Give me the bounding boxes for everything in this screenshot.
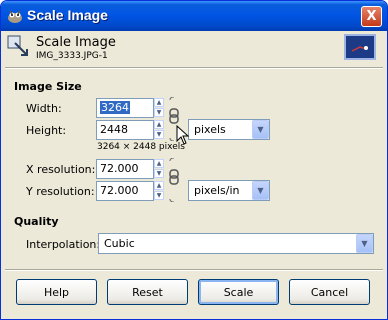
height-label: Height:	[26, 124, 67, 137]
interpolation-select[interactable]: Cubic ▼	[98, 233, 374, 254]
y-resolution-spinner[interactable]: ▲ ▼	[154, 181, 164, 201]
chevron-down-icon[interactable]: ▼	[252, 120, 269, 139]
height-value: 2448	[100, 123, 128, 136]
quality-heading: Quality	[14, 215, 59, 228]
chevron-down-icon[interactable]: ▼	[252, 181, 269, 200]
x-resolution-field[interactable]: 72.000	[96, 159, 154, 179]
spin-up-icon[interactable]: ▲	[154, 120, 164, 129]
width-field[interactable]: 3264	[96, 98, 154, 118]
y-resolution-field[interactable]: 72.000	[96, 181, 154, 201]
window-title: Scale Image	[27, 7, 108, 23]
width-spinner[interactable]: ▲ ▼	[154, 98, 164, 118]
image-preview-icon	[351, 46, 368, 52]
size-unit-value: pixels	[194, 123, 226, 136]
help-button[interactable]: Help	[16, 279, 97, 305]
pixel-dimensions-note: 3264 × 2448 pixels	[97, 142, 185, 152]
spin-down-icon[interactable]: ▼	[154, 130, 164, 139]
x-resolution-spinner[interactable]: ▲ ▼	[154, 159, 164, 179]
image-preview-button[interactable]	[344, 34, 376, 60]
spin-up-icon[interactable]: ▲	[154, 98, 164, 107]
scale-image-icon	[7, 35, 28, 56]
scale-button-label: Scale	[223, 285, 254, 299]
reset-button[interactable]: Reset	[107, 279, 188, 305]
width-label: Width:	[26, 102, 62, 115]
y-resolution-label: Y resolution:	[26, 185, 95, 198]
header-divider	[5, 67, 383, 69]
spin-down-icon[interactable]: ▼	[154, 108, 164, 117]
chevron-down-icon[interactable]: ▼	[356, 234, 373, 253]
interpolation-value: Cubic	[104, 237, 135, 250]
chain-link-icon[interactable]	[167, 158, 181, 202]
close-icon: X	[366, 9, 377, 24]
spin-down-icon[interactable]: ▼	[154, 191, 164, 200]
cancel-button-label: Cancel	[310, 285, 349, 299]
help-button-label: Help	[43, 285, 70, 299]
header-title: Scale Image	[36, 35, 116, 50]
size-unit-select[interactable]: pixels ▼	[188, 119, 270, 140]
interpolation-label: Interpolation:	[26, 238, 101, 251]
y-resolution-value: 72.000	[100, 184, 139, 197]
height-field[interactable]: 2448	[96, 120, 154, 140]
resolution-unit-select[interactable]: pixels/in ▼	[188, 180, 270, 201]
image-size-heading: Image Size	[14, 80, 82, 93]
spin-up-icon[interactable]: ▲	[154, 181, 164, 190]
close-button[interactable]: X	[361, 6, 382, 27]
image-name: IMG_3333.JPG-1	[36, 51, 108, 61]
gimp-icon	[8, 10, 22, 23]
width-value: 3264	[100, 101, 130, 114]
x-resolution-label: X resolution:	[26, 163, 96, 176]
cancel-button[interactable]: Cancel	[289, 279, 370, 305]
spin-down-icon[interactable]: ▼	[154, 169, 164, 178]
x-resolution-value: 72.000	[100, 162, 139, 175]
resolution-unit-value: pixels/in	[194, 184, 240, 197]
scale-image-dialog: Scale Image X Scale Image IMG_3333.JPG-1…	[0, 0, 388, 320]
spin-up-icon[interactable]: ▲	[154, 159, 164, 168]
scale-button[interactable]: Scale	[198, 279, 279, 305]
reset-button-label: Reset	[132, 285, 163, 299]
dialog-header: Scale Image IMG_3333.JPG-1	[1, 31, 387, 69]
height-spinner[interactable]: ▲ ▼	[154, 120, 164, 140]
title-bar[interactable]: Scale Image X	[1, 1, 387, 31]
pointer-cursor-icon	[176, 125, 190, 145]
button-divider	[5, 269, 383, 271]
